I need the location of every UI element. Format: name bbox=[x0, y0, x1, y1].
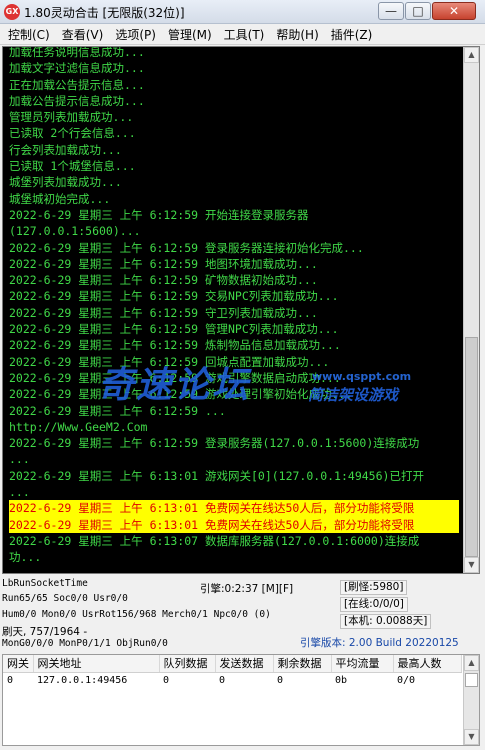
log-line: 功... bbox=[9, 550, 42, 565]
menu-plugins[interactable]: 插件(Z) bbox=[325, 25, 379, 45]
log-lines: 加载任务说明信息成功... 加载文字过滤信息成功... 正在加载公告提示信息... 加… bbox=[9, 46, 459, 566]
engine-version: 引擎版本: 2.00 Build 20220125 bbox=[300, 637, 459, 649]
table-cell: 0 bbox=[7, 674, 14, 686]
log-line: 2022-6-29 星期三 上午 6:12:59 交易NPC列表加载成功... bbox=[9, 289, 339, 304]
log-line: 2022-6-29 星期三 上午 6:12:59 地图环境加载成功... bbox=[9, 256, 318, 271]
local-uptime: [本机: 0.0088天] bbox=[340, 614, 432, 629]
close-button[interactable]: ✕ bbox=[432, 2, 476, 20]
menu-bar: 控制(C) 查看(V) 选项(P) 管理(M) 工具(T) 帮助(H) 插件(Z… bbox=[0, 25, 485, 45]
log-line: 2022-6-29 星期三 上午 6:12:59 游戏引擎数据启动成功... bbox=[9, 370, 341, 385]
menu-tools[interactable]: 工具(T) bbox=[218, 25, 271, 45]
table-cell: 0 bbox=[163, 674, 170, 686]
table-cell: 0 bbox=[219, 674, 226, 686]
column-header[interactable]: 网关 bbox=[3, 655, 34, 673]
online-count: [在线:0/0/0] bbox=[340, 597, 408, 612]
menu-view[interactable]: 查看(V) bbox=[56, 25, 110, 45]
title-bar: GX 1.80灵动合击 [无限版(32位)] — □ ✕ bbox=[0, 0, 485, 24]
menu-options[interactable]: 选项(P) bbox=[109, 25, 162, 45]
log-line: ... bbox=[9, 452, 30, 467]
scroll-thumb[interactable] bbox=[465, 337, 478, 557]
mon-stats: MonG0/0/0 MonP0/1/1 ObjRun0/0 bbox=[2, 638, 168, 649]
console-scrollbar[interactable]: ▲ ▼ bbox=[463, 47, 479, 573]
log-console[interactable]: 加载任务说明信息成功... 加载文字过滤信息成功... 正在加载公告提示信息... 加… bbox=[2, 46, 480, 574]
log-line: 2022-6-29 星期三 上午 6:13:07 数据库服务器(127.0.0.… bbox=[9, 533, 420, 548]
log-line: 2022-6-29 星期三 上午 6:12:59 管理NPC列表加载成功... bbox=[9, 322, 339, 337]
table-cell: 0 bbox=[277, 674, 284, 686]
log-line: 已读取 2个行会信息... bbox=[9, 126, 136, 141]
table-cell: 0/0 bbox=[397, 674, 416, 686]
table-scrollbar[interactable]: ▲ ▼ bbox=[463, 655, 479, 745]
table-cell: 0b bbox=[335, 674, 348, 686]
log-line-warning: 2022-6-29 星期三 上午 6:13:01 免费网关在线达50人后，部分功… bbox=[9, 500, 459, 517]
column-header[interactable]: 网关地址 bbox=[33, 655, 160, 673]
scroll-thumb[interactable] bbox=[465, 673, 478, 687]
log-line: 2022-6-29 星期三 上午 6:12:59 ... bbox=[9, 403, 226, 418]
log-line: 加载公告提示信息成功... bbox=[9, 93, 145, 108]
log-line: http://Www.GeeM2.Com bbox=[9, 419, 148, 434]
scroll-up-icon[interactable]: ▲ bbox=[464, 47, 479, 63]
log-line: (127.0.0.1:5600)... bbox=[9, 224, 141, 239]
refresh-progress: 刷天, 757/1964 - bbox=[2, 626, 88, 638]
table-cell: 127.0.0.1:49456 bbox=[37, 674, 128, 686]
log-line: 2022-6-29 星期三 上午 6:13:01 游戏网关[0](127.0.0… bbox=[9, 468, 424, 483]
column-header[interactable]: 剩余数据 bbox=[273, 655, 332, 673]
log-line: 2022-6-29 星期三 上午 6:12:59 游戏处理引擎初始化成功... bbox=[9, 387, 353, 402]
minimize-button[interactable]: — bbox=[378, 2, 404, 20]
maximize-button[interactable]: □ bbox=[405, 2, 431, 20]
status-panel: LbRunSocketTime 引擎:0:2:37 [M][F] [刷怪:598… bbox=[0, 576, 485, 652]
menu-manage[interactable]: 管理(M) bbox=[162, 25, 218, 45]
log-line-warning: 2022-6-29 星期三 上午 6:13:01 免费网关在线达50人后，部分功… bbox=[9, 516, 459, 533]
log-line: 行会列表加载成功... bbox=[9, 142, 122, 157]
log-line: 城堡列表加载成功... bbox=[9, 175, 122, 190]
scroll-down-icon[interactable]: ▼ bbox=[464, 729, 479, 745]
window-title: 1.80灵动合击 [无限版(32位)] bbox=[24, 6, 185, 20]
table-header-row: 网关 网关地址 队列数据 发送数据 剩余数据 平均流量 最高人数 bbox=[3, 655, 462, 673]
column-header[interactable]: 最高人数 bbox=[393, 655, 462, 673]
menu-help[interactable]: 帮助(H) bbox=[270, 25, 324, 45]
scroll-down-icon[interactable]: ▼ bbox=[464, 557, 479, 573]
gateway-table[interactable]: 网关 网关地址 队列数据 发送数据 剩余数据 平均流量 最高人数 0 127.0… bbox=[2, 654, 480, 746]
menu-control[interactable]: 控制(C) bbox=[2, 25, 56, 45]
log-line: 城堡城初始完成... bbox=[9, 191, 111, 206]
refresh-monster-count: [刷怪:5980] bbox=[340, 580, 408, 595]
run-stats: Run65/65 Soc0/0 Usr0/0 bbox=[2, 593, 128, 604]
column-header[interactable]: 队列数据 bbox=[159, 655, 216, 673]
app-icon: GX bbox=[4, 4, 20, 20]
log-line: 正在加载公告提示信息... bbox=[9, 77, 145, 92]
socket-time: LbRunSocketTime bbox=[2, 578, 88, 589]
log-line: 加载任务说明信息成功... bbox=[9, 46, 145, 59]
log-line: 2022-6-29 星期三 上午 6:12:59 回城点配置加载成功... bbox=[9, 354, 330, 369]
log-line: 2022-6-29 星期三 上午 6:12:59 登录服务器(127.0.0.1… bbox=[9, 436, 420, 451]
log-line: 2022-6-29 星期三 上午 6:12:59 守卫列表加载成功... bbox=[9, 305, 318, 320]
log-line: 管理员列表加载成功... bbox=[9, 110, 134, 125]
log-line: 2022-6-29 星期三 上午 6:12:59 矿物数据初始成功... bbox=[9, 273, 318, 288]
column-header[interactable]: 平均流量 bbox=[331, 655, 394, 673]
log-line: 已读取 1个城堡信息... bbox=[9, 159, 136, 174]
column-header[interactable]: 发送数据 bbox=[215, 655, 274, 673]
log-line: 2022-6-29 星期三 上午 6:12:59 登录服务器连接初始化完成... bbox=[9, 240, 364, 255]
table-row[interactable]: 0 127.0.0.1:49456 0 0 0 0b 0/0 bbox=[3, 672, 461, 688]
log-line: 2022-6-29 星期三 上午 6:12:59 炼制物品信息加载成功... bbox=[9, 338, 341, 353]
engine-runtime: 引擎:0:2:37 [M][F] bbox=[200, 583, 294, 595]
log-line: 2022-6-29 星期三 上午 6:12:59 开始连接登录服务器 bbox=[9, 207, 309, 222]
log-line: 加载文字过滤信息成功... bbox=[9, 61, 145, 76]
log-line: ... bbox=[9, 485, 30, 500]
hum-stats: Hum0/0 Mon0/0 UsrRot156/968 Merch0/1 Npc… bbox=[2, 609, 271, 620]
scroll-up-icon[interactable]: ▲ bbox=[464, 655, 479, 671]
